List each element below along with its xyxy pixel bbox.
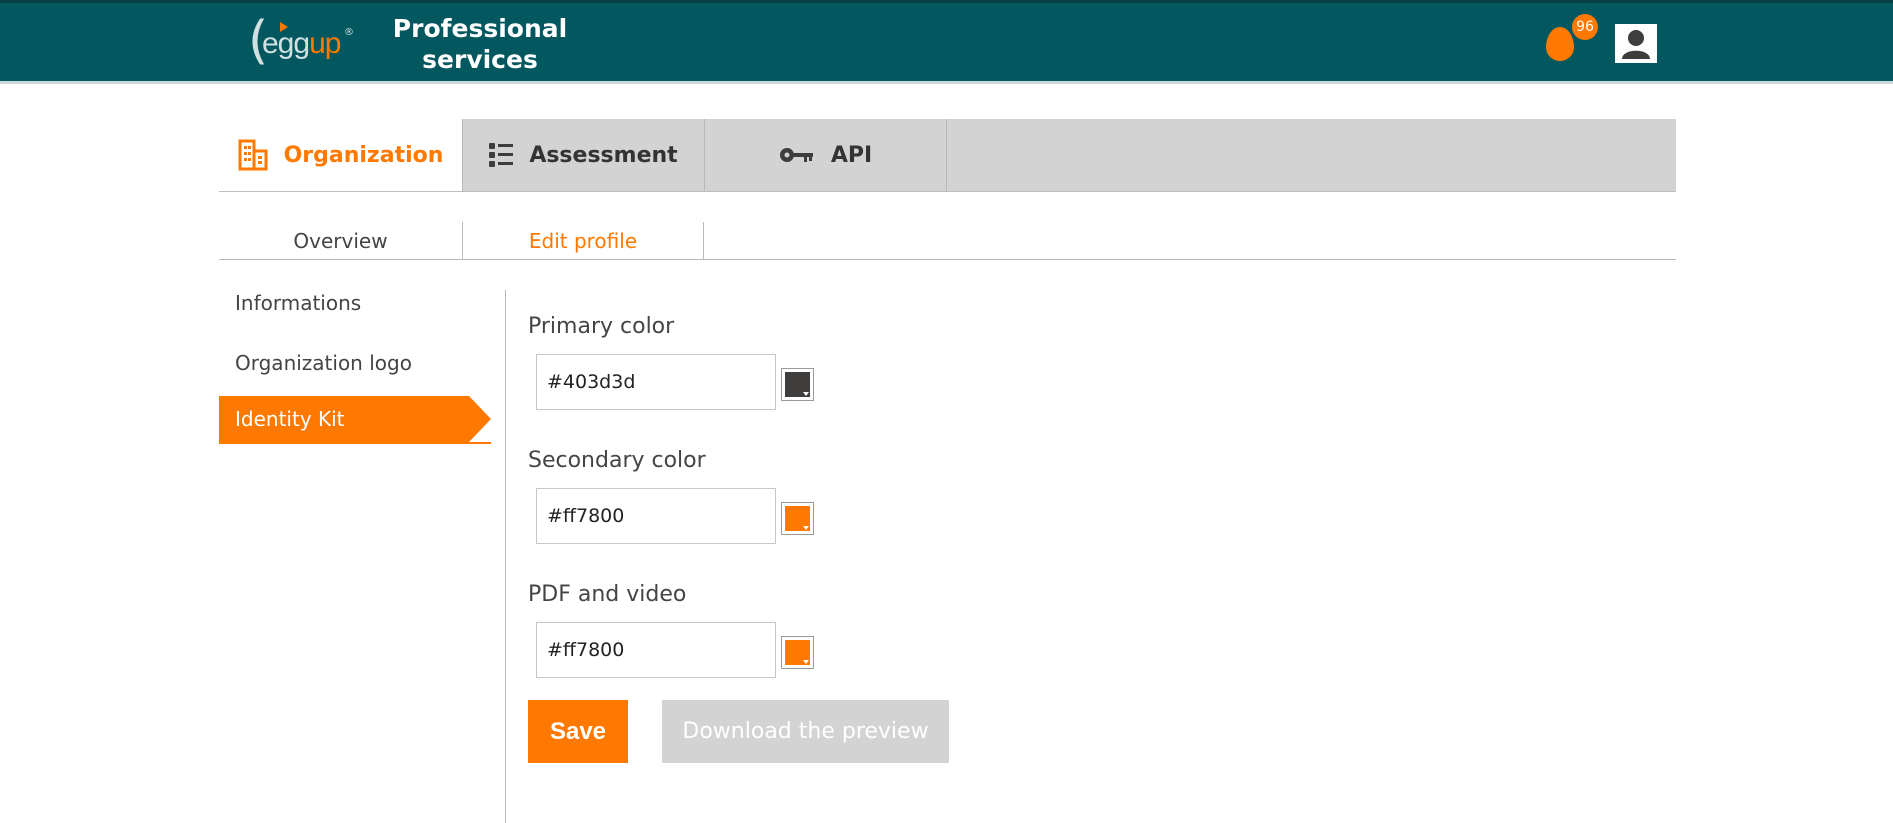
eggup-logo[interactable]: ( eggup ®: [248, 13, 358, 71]
notification-badge[interactable]: 96: [1572, 14, 1598, 40]
color-swatch-fill: [785, 372, 810, 397]
pdf-video-color-input[interactable]: [536, 622, 776, 678]
download-preview-button[interactable]: Download the preview: [662, 700, 949, 763]
primary-color-label: Primary color: [528, 314, 675, 339]
active-underline: [219, 442, 491, 444]
sidenav-item-informations[interactable]: Informations: [219, 280, 491, 326]
sidenav-item-organization-logo[interactable]: Organization logo: [219, 340, 491, 386]
tab-api[interactable]: API: [704, 119, 947, 191]
egg-icon[interactable]: [1546, 27, 1574, 61]
key-icon: [779, 145, 815, 165]
tab-label: Organization: [283, 142, 444, 168]
tab-assessment[interactable]: Assessment: [462, 119, 704, 191]
app-header: ( eggup ® Professional services 96: [0, 0, 1893, 84]
dropdown-arrow-icon: [803, 526, 809, 530]
secondary-color-label: Secondary color: [528, 448, 706, 473]
primary-color-swatch[interactable]: [781, 368, 814, 401]
vertical-divider: [505, 290, 506, 823]
tab-label: Assessment: [529, 142, 678, 168]
secondary-color-swatch[interactable]: [781, 502, 814, 535]
secondary-color-input[interactable]: [536, 488, 776, 544]
save-button[interactable]: Save: [528, 700, 628, 763]
user-avatar-icon[interactable]: [1615, 24, 1657, 63]
subtab-overview[interactable]: Overview: [219, 222, 462, 259]
sidenav-item-identity-kit[interactable]: Identity Kit: [219, 396, 491, 442]
tab-label: API: [830, 142, 873, 168]
color-swatch-fill: [785, 640, 810, 665]
primary-color-input[interactable]: [536, 354, 776, 410]
subtab-edit-profile[interactable]: Edit profile: [462, 222, 704, 259]
dropdown-arrow-icon: [803, 660, 809, 664]
building-icon: [238, 139, 268, 171]
color-swatch-fill: [785, 506, 810, 531]
pdf-video-color-swatch[interactable]: [781, 636, 814, 669]
app-title: Professional services: [392, 14, 568, 74]
main-tabs: Organization Assessment API: [219, 119, 1676, 192]
dropdown-arrow-icon: [803, 392, 809, 396]
list-icon: [489, 141, 514, 169]
pdf-video-label: PDF and video: [528, 582, 687, 607]
tab-organization[interactable]: Organization: [219, 119, 462, 191]
sub-tabs: Overview Edit profile: [219, 222, 1676, 260]
